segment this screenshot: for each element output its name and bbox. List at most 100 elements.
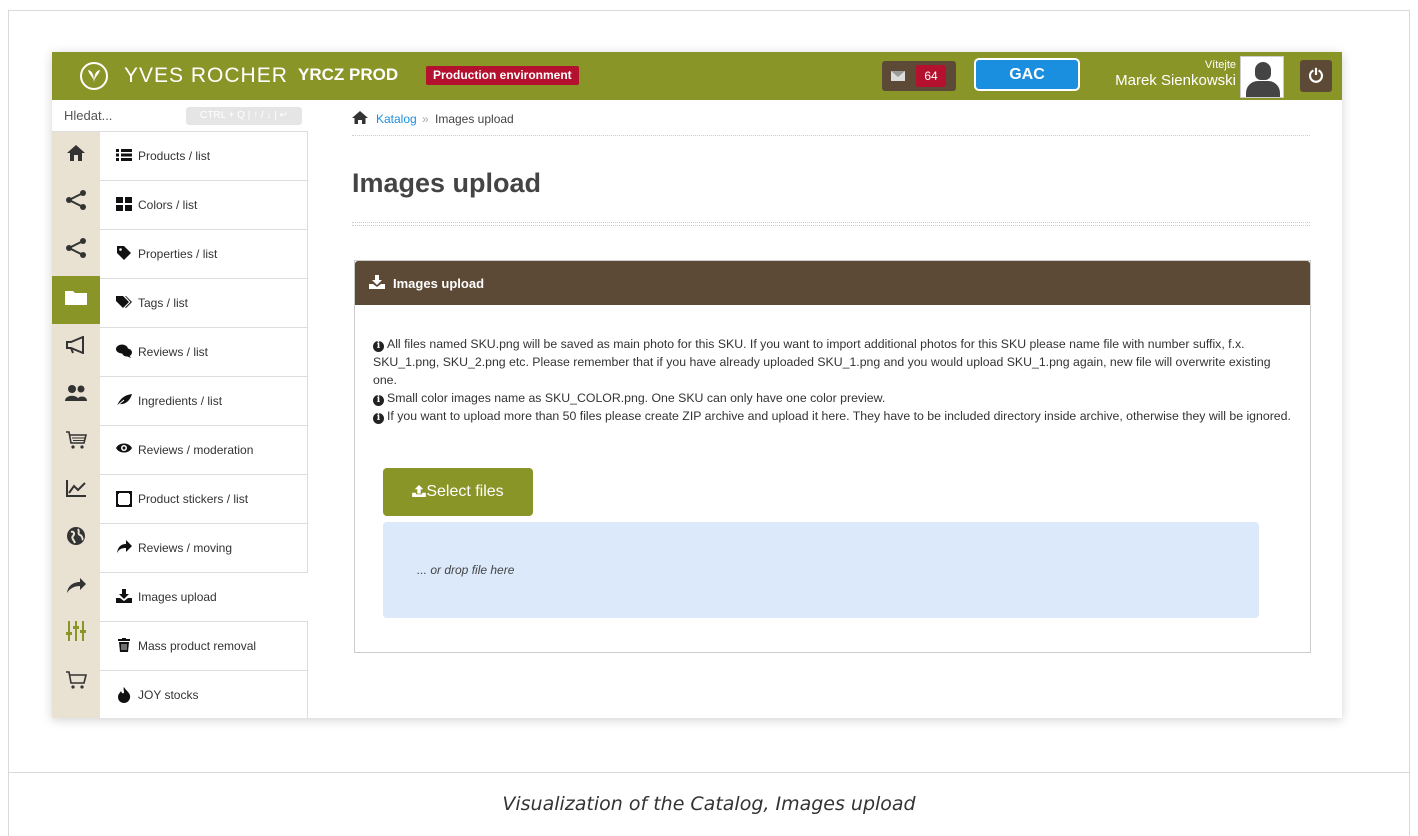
environment-name: YRCZ PROD — [298, 65, 399, 84]
title-divider — [352, 222, 1310, 223]
upload-icon — [412, 483, 427, 500]
rail-home-icon[interactable] — [52, 132, 100, 180]
submenu-item-joy-stocks[interactable]: JOY stocks — [100, 671, 308, 718]
submenu-label: Colors / list — [138, 198, 198, 212]
comments-icon — [116, 344, 132, 358]
fire-icon — [116, 687, 132, 703]
instruction-1: i All files named SKU.png will be saved a… — [373, 335, 1293, 389]
submenu-label: Properties / list — [138, 247, 218, 261]
environment-badge: Production environment — [426, 66, 579, 85]
submenu-label: Reviews / moving — [138, 541, 233, 555]
rail-cart-icon-2[interactable] — [52, 660, 100, 708]
frame-icon — [116, 491, 132, 507]
file-drop-zone[interactable]: ... or drop file here — [383, 522, 1259, 618]
submenu-item-products[interactable]: Products / list — [100, 132, 308, 181]
title-divider — [352, 225, 1310, 226]
breadcrumb-separator: » — [422, 112, 429, 126]
avatar[interactable] — [1240, 56, 1284, 98]
submenu-item-reviews[interactable]: Reviews / list — [100, 328, 308, 377]
submenu-item-ingredients[interactable]: Ingredients / list — [100, 377, 308, 426]
submenu-label: Mass product removal — [138, 639, 257, 653]
power-icon[interactable]: ⏻ — [1300, 60, 1332, 92]
home-icon[interactable] — [352, 111, 368, 127]
instruction-text: If you want to upload more than 50 files… — [387, 409, 1291, 423]
logo-icon — [80, 62, 108, 90]
submenu-label: Images upload — [138, 590, 217, 604]
rail-forward-icon[interactable] — [52, 564, 100, 612]
user-greeting: Vítejte Marek Sienkowski — [1115, 59, 1236, 89]
submenu-item-mass-removal[interactable]: Mass product removal — [100, 622, 308, 671]
submenu-item-moderation[interactable]: Reviews / moderation — [100, 426, 308, 475]
submenu-label: JOY stocks — [138, 688, 199, 702]
messages-count-badge: 64 — [916, 65, 946, 87]
tag-icon — [116, 246, 132, 260]
avatar-body — [1246, 81, 1280, 97]
info-icon: i — [373, 341, 384, 352]
select-files-button[interactable]: Select files — [383, 468, 533, 516]
menu-search[interactable]: Hledat... CTRL + Q | ↑ / ↓ | ↵ — [52, 100, 308, 132]
rail-share-icon-2[interactable] — [52, 228, 100, 276]
eye-icon — [116, 442, 132, 456]
gac-button[interactable]: GAC — [974, 58, 1080, 91]
instruction-2: i Small color images name as SKU_COLOR.pn… — [373, 389, 1293, 407]
icon-rail — [52, 132, 100, 718]
submenu-label: Products / list — [138, 149, 211, 163]
upload-icon — [116, 589, 132, 603]
share-arrow-icon — [116, 540, 132, 554]
drop-zone-text: ... or drop file here — [417, 563, 515, 577]
envelope-icon — [891, 71, 905, 81]
brand-name[interactable]: YVES ROCHER — [124, 64, 288, 88]
info-icon: i — [373, 395, 384, 406]
submenu-item-tags[interactable]: Tags / list — [100, 279, 308, 328]
search-input[interactable]: Hledat... — [64, 108, 112, 123]
instruction-3: i If you want to upload more than 50 file… — [373, 407, 1293, 425]
top-bar: YVES ROCHER YRCZ PROD Production environ… — [52, 52, 1342, 100]
figure-caption: Visualization of the Catalog, Images upl… — [502, 793, 916, 815]
rail-users-icon[interactable] — [52, 372, 100, 420]
info-icon: i — [373, 413, 384, 424]
breadcrumb-link-katalog[interactable]: Katalog — [376, 112, 417, 126]
rail-cart-icon[interactable] — [52, 420, 100, 468]
leaf-icon — [116, 393, 132, 407]
rail-folder-icon[interactable] — [52, 276, 100, 324]
rail-globe-icon[interactable] — [52, 516, 100, 564]
panel-header: Images upload — [355, 261, 1310, 305]
search-shortcut-hint: CTRL + Q | ↑ / ↓ | ↵ — [186, 107, 302, 125]
rail-share-icon[interactable] — [52, 180, 100, 228]
list-icon — [116, 148, 132, 162]
user-name[interactable]: Marek Sienkowski — [1115, 72, 1236, 89]
breadcrumb-current: Images upload — [435, 112, 514, 126]
messages-button[interactable]: 64 — [882, 61, 956, 91]
upload-icon — [369, 275, 385, 292]
catalog-submenu: Products / list Colors / list Properties… — [100, 132, 308, 718]
upload-panel: Images upload i All files named SKU.png w… — [354, 260, 1311, 653]
breadcrumb: Katalog » Images upload — [352, 108, 1310, 136]
submenu-label: Product stickers / list — [138, 492, 249, 506]
instruction-text: All files named SKU.png will be saved as… — [373, 337, 1271, 387]
page-title: Images upload — [352, 168, 542, 198]
submenu-label: Tags / list — [138, 296, 189, 310]
panel-title: Images upload — [393, 276, 485, 291]
tags-icon — [116, 295, 132, 309]
avatar-head — [1255, 62, 1271, 80]
submenu-item-colors[interactable]: Colors / list — [100, 181, 308, 230]
submenu-label: Ingredients / list — [138, 394, 223, 408]
grid-icon — [116, 197, 132, 211]
submenu-item-images-upload[interactable]: Images upload — [100, 573, 308, 622]
shortcut-text: CTRL + Q | ↑ / ↓ | ↵ — [200, 110, 288, 121]
rail-chart-icon[interactable] — [52, 468, 100, 516]
submenu-item-properties[interactable]: Properties / list — [100, 230, 308, 279]
trash-icon — [116, 638, 132, 652]
welcome-text: Vítejte — [1204, 59, 1236, 71]
main-content: Katalog » Images upload Images upload Im… — [308, 100, 1342, 718]
submenu-item-stickers[interactable]: Product stickers / list — [100, 475, 308, 524]
select-files-label: Select files — [426, 483, 504, 500]
rail-megaphone-icon[interactable] — [52, 324, 100, 372]
submenu-label: Reviews / list — [138, 345, 209, 359]
submenu-item-moving[interactable]: Reviews / moving — [100, 524, 308, 573]
app-screenshot: YVES ROCHER YRCZ PROD Production environ… — [52, 52, 1342, 718]
instruction-text: Small color images name as SKU_COLOR.png… — [387, 391, 886, 405]
instructions: i All files named SKU.png will be saved a… — [373, 335, 1293, 425]
rail-sliders-icon[interactable] — [52, 612, 100, 660]
submenu-label: Reviews / moderation — [138, 443, 254, 457]
